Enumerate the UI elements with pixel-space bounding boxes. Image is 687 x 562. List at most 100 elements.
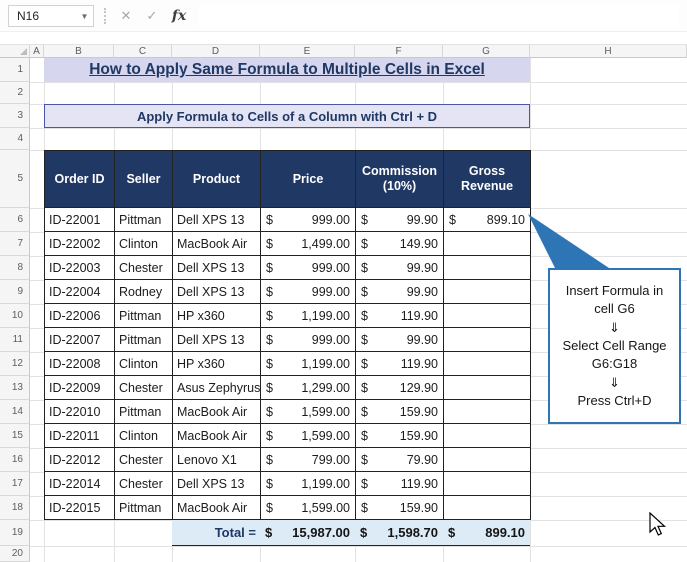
row-header-20[interactable]: 20: [0, 546, 30, 562]
cancel-icon[interactable]: ✕: [114, 5, 138, 27]
column-header-h[interactable]: H: [530, 45, 687, 58]
row-header-11[interactable]: 11: [0, 328, 30, 352]
cell-product[interactable]: Dell XPS 13: [173, 208, 261, 232]
row-header-10[interactable]: 10: [0, 304, 30, 328]
cell-gross-revenue[interactable]: [444, 400, 531, 424]
cell-order-id[interactable]: ID-22015: [45, 496, 115, 520]
cell-seller[interactable]: Chester: [115, 472, 173, 496]
cell-price[interactable]: $999.00: [261, 328, 356, 352]
cell-gross-revenue[interactable]: [444, 472, 531, 496]
row-header-18[interactable]: 18: [0, 496, 30, 520]
cell-order-id[interactable]: ID-22003: [45, 256, 115, 280]
cell-commission[interactable]: $119.90: [356, 472, 444, 496]
cell-product[interactable]: MacBook Air: [173, 424, 261, 448]
cell-price[interactable]: $999.00: [261, 256, 356, 280]
cell-price[interactable]: $1,199.00: [261, 352, 356, 376]
total-commission[interactable]: $ 1,598.70: [355, 520, 443, 545]
cell-product[interactable]: Dell XPS 13: [173, 472, 261, 496]
cell-gross-revenue[interactable]: [444, 448, 531, 472]
cell-product[interactable]: MacBook Air: [173, 496, 261, 520]
row-header-15[interactable]: 15: [0, 424, 30, 448]
row-header-3[interactable]: 3: [0, 104, 30, 128]
cell-order-id[interactable]: ID-22007: [45, 328, 115, 352]
cell-product[interactable]: MacBook Air: [173, 232, 261, 256]
cell-commission[interactable]: $79.90: [356, 448, 444, 472]
column-header-b[interactable]: B: [44, 45, 114, 58]
column-header-c[interactable]: C: [114, 45, 172, 58]
cell-commission[interactable]: $99.90: [356, 280, 444, 304]
cell-seller[interactable]: Rodney: [115, 280, 173, 304]
cell-product[interactable]: Dell XPS 13: [173, 328, 261, 352]
cell-commission[interactable]: $99.90: [356, 328, 444, 352]
cell-order-id[interactable]: ID-22001: [45, 208, 115, 232]
cell-seller[interactable]: Clinton: [115, 232, 173, 256]
row-header-17[interactable]: 17: [0, 472, 30, 496]
cell-product[interactable]: Dell XPS 13: [173, 256, 261, 280]
cell-price[interactable]: $1,599.00: [261, 400, 356, 424]
cell-gross-revenue[interactable]: [444, 376, 531, 400]
cell-gross-revenue[interactable]: [444, 304, 531, 328]
cell-commission[interactable]: $99.90: [356, 208, 444, 232]
section-subtitle[interactable]: Apply Formula to Cells of a Column with …: [44, 104, 530, 128]
column-header-g[interactable]: G: [443, 45, 530, 58]
cell-price[interactable]: $1,499.00: [261, 232, 356, 256]
cell-order-id[interactable]: ID-22014: [45, 472, 115, 496]
cell-price[interactable]: $1,299.00: [261, 376, 356, 400]
cell-seller[interactable]: Clinton: [115, 352, 173, 376]
cell-product[interactable]: MacBook Air: [173, 400, 261, 424]
cell-gross-revenue[interactable]: [444, 280, 531, 304]
row-header-4[interactable]: 4: [0, 128, 30, 150]
cell-gross-revenue[interactable]: [444, 496, 531, 520]
row-header-8[interactable]: 8: [0, 256, 30, 280]
fx-icon[interactable]: fx: [166, 5, 192, 27]
cell-gross-revenue[interactable]: $899.10: [444, 208, 531, 232]
cell-price[interactable]: $999.00: [261, 280, 356, 304]
total-gross[interactable]: $ 899.10: [443, 520, 530, 545]
cell-gross-revenue[interactable]: [444, 232, 531, 256]
cell-commission[interactable]: $159.90: [356, 400, 444, 424]
cell-product[interactable]: Asus Zephyrus: [173, 376, 261, 400]
row-header-5[interactable]: 5: [0, 150, 30, 208]
cell-price[interactable]: $1,199.00: [261, 472, 356, 496]
total-price[interactable]: $ 15,987.00: [260, 520, 355, 545]
cell-order-id[interactable]: ID-22004: [45, 280, 115, 304]
cell-commission[interactable]: $119.90: [356, 352, 444, 376]
cell-commission[interactable]: $99.90: [356, 256, 444, 280]
cell-order-id[interactable]: ID-22010: [45, 400, 115, 424]
cell-seller[interactable]: Pittman: [115, 304, 173, 328]
row-header-16[interactable]: 16: [0, 448, 30, 472]
cell-order-id[interactable]: ID-22009: [45, 376, 115, 400]
cell-commission[interactable]: $159.90: [356, 424, 444, 448]
row-header-7[interactable]: 7: [0, 232, 30, 256]
table-header-cell[interactable]: Gross Revenue: [444, 151, 531, 208]
cell-order-id[interactable]: ID-22008: [45, 352, 115, 376]
cell-seller[interactable]: Chester: [115, 376, 173, 400]
cell-product[interactable]: Dell XPS 13: [173, 280, 261, 304]
row-header-19[interactable]: 19: [0, 520, 30, 546]
cell-price[interactable]: $799.00: [261, 448, 356, 472]
row-header-12[interactable]: 12: [0, 352, 30, 376]
cell-commission[interactable]: $159.90: [356, 496, 444, 520]
cell-order-id[interactable]: ID-22006: [45, 304, 115, 328]
cell-seller[interactable]: Clinton: [115, 424, 173, 448]
formula-input[interactable]: [198, 5, 679, 27]
row-header-2[interactable]: 2: [0, 82, 30, 104]
column-header-a[interactable]: A: [30, 45, 44, 58]
table-header-cell[interactable]: Seller: [115, 151, 173, 208]
table-header-cell[interactable]: Order ID: [45, 151, 115, 208]
row-header-1[interactable]: 1: [0, 58, 30, 82]
cell-commission[interactable]: $149.90: [356, 232, 444, 256]
cell-gross-revenue[interactable]: [444, 352, 531, 376]
total-label[interactable]: Total =: [172, 520, 260, 545]
chevron-down-icon[interactable]: ▼: [76, 12, 93, 21]
row-header-9[interactable]: 9: [0, 280, 30, 304]
cell-seller[interactable]: Chester: [115, 448, 173, 472]
column-header-d[interactable]: D: [172, 45, 260, 58]
cell-order-id[interactable]: ID-22012: [45, 448, 115, 472]
cell-commission[interactable]: $119.90: [356, 304, 444, 328]
cell-seller[interactable]: Pittman: [115, 496, 173, 520]
cell-seller[interactable]: Pittman: [115, 208, 173, 232]
table-header-cell[interactable]: Commission (10%): [356, 151, 444, 208]
cell-seller[interactable]: Chester: [115, 256, 173, 280]
table-header-cell[interactable]: Product: [173, 151, 261, 208]
